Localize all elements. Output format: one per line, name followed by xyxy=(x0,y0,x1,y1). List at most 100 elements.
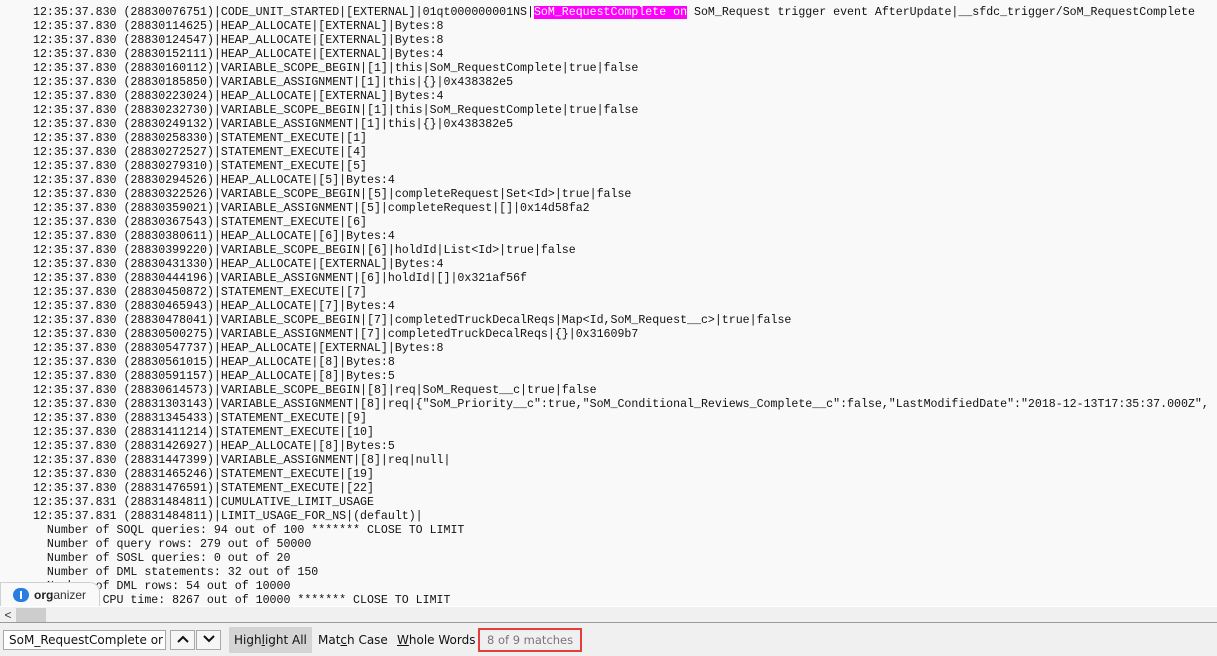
log-line: 12:35:37.830 (28830223024)|HEAP_ALLOCATE… xyxy=(33,90,1209,104)
log-event-id: (28830561015) xyxy=(123,356,214,369)
log-timestamp: 12:35:37.830 xyxy=(33,230,117,243)
log-line: 12:35:37.831 (28831484811)|LIMIT_USAGE_F… xyxy=(33,510,1209,524)
scrollbar-thumb[interactable] xyxy=(16,608,46,622)
log-event-id: (28830478041) xyxy=(123,314,214,327)
find-previous-button[interactable] xyxy=(170,630,195,650)
log-timestamp: 12:35:37.830 xyxy=(33,454,117,467)
highlight-all-toggle[interactable]: Highlight All xyxy=(229,627,312,653)
log-line: 12:35:37.830 (28830478041)|VARIABLE_SCOP… xyxy=(33,314,1209,328)
log-timestamp: 12:35:37.830 xyxy=(33,20,117,33)
limit-usage-line: Number of SOSL queries: 0 out of 20 xyxy=(33,552,291,565)
log-line: 12:35:37.830 (28830561015)|HEAP_ALLOCATE… xyxy=(33,356,1209,370)
limit-usage-line: Number of SOQL queries: 94 out of 100 **… xyxy=(33,524,465,537)
log-event-id: (28830614573) xyxy=(123,384,214,397)
log-viewer: 12:35:37.830 (28830076751)|CODE_UNIT_STA… xyxy=(0,0,1217,606)
find-input[interactable] xyxy=(3,630,166,650)
log-line: 12:35:37.830 (28831303143)|VARIABLE_ASSI… xyxy=(33,398,1209,412)
log-event-text: |STATEMENT_EXECUTE|[1] xyxy=(213,132,367,145)
log-timestamp: 12:35:37.830 xyxy=(33,90,117,103)
log-event-text: |VARIABLE_ASSIGNMENT|[8]|req|null| xyxy=(213,454,451,467)
log-event-text: |VARIABLE_ASSIGNMENT|[1]|this|{}|0x43838… xyxy=(213,76,514,89)
log-line: 12:35:37.830 (28830614573)|VARIABLE_SCOP… xyxy=(33,384,1209,398)
match-case-toggle[interactable]: Match Case xyxy=(313,627,393,653)
limit-usage-line: Number of DML statements: 32 out of 150 xyxy=(33,566,319,579)
log-line: 12:35:37.830 (28830444196)|VARIABLE_ASSI… xyxy=(33,272,1209,286)
log-line: 12:35:37.830 (28830547737)|HEAP_ALLOCATE… xyxy=(33,342,1209,356)
log-timestamp: 12:35:37.830 xyxy=(33,216,117,229)
log-event-id: (28831465246) xyxy=(123,468,214,481)
log-event-text: |CODE_UNIT_STARTED|[EXTERNAL]|01qt000000… xyxy=(213,6,534,19)
log-event-id: (28831345433) xyxy=(123,412,214,425)
log-timestamp: 12:35:37.830 xyxy=(33,342,117,355)
log-event-id: (28830367543) xyxy=(123,216,214,229)
log-event-id: (28831426927) xyxy=(123,440,214,453)
log-timestamp: 12:35:37.830 xyxy=(33,440,117,453)
log-timestamp: 12:35:37.830 xyxy=(33,244,117,257)
whole-words-toggle[interactable]: Whole Words xyxy=(392,627,480,653)
log-timestamp: 12:35:37.830 xyxy=(33,132,117,145)
log-event-id: (28831476591) xyxy=(123,482,214,495)
log-event-id: (28830380611) xyxy=(123,230,214,243)
log-timestamp: 12:35:37.830 xyxy=(33,104,117,117)
log-event-text: |HEAP_ALLOCATE|[8]|Bytes:5 xyxy=(213,440,395,453)
log-line: 12:35:37.830 (28831345433)|STATEMENT_EXE… xyxy=(33,412,1209,426)
log-timestamp: 12:35:37.830 xyxy=(33,384,117,397)
log-line: 12:35:37.830 (28830160112)|VARIABLE_SCOP… xyxy=(33,62,1209,76)
log-event-id: (28830465943) xyxy=(123,300,214,313)
log-event-id: (28830359021) xyxy=(123,202,214,215)
limit-usage-line: Number of DML rows: 54 out of 10000 xyxy=(33,580,291,593)
log-event-id: (28830322526) xyxy=(123,188,214,201)
horizontal-scrollbar[interactable]: < xyxy=(0,606,1217,623)
log-line: 12:35:37.831 (28831484811)|CUMULATIVE_LI… xyxy=(33,496,1209,510)
log-event-id: (28830591157) xyxy=(123,370,214,383)
log-timestamp: 12:35:37.830 xyxy=(33,286,117,299)
log-timestamp: 12:35:37.830 xyxy=(33,202,117,215)
log-line: 12:35:37.830 (28830465943)|HEAP_ALLOCATE… xyxy=(33,300,1209,314)
log-timestamp: 12:35:37.830 xyxy=(33,468,117,481)
log-event-id: (28830124547) xyxy=(123,34,214,47)
log-event-id: (28830294526) xyxy=(123,174,214,187)
log-timestamp: 12:35:37.830 xyxy=(33,482,117,495)
log-line: 12:35:37.830 (28831476591)|STATEMENT_EXE… xyxy=(33,482,1209,496)
log-line: 12:35:37.830 (28830279310)|STATEMENT_EXE… xyxy=(33,160,1209,174)
log-timestamp: 12:35:37.830 xyxy=(33,328,117,341)
limit-usage-line: Maximum CPU time: 8267 out of 10000 ****… xyxy=(33,594,451,606)
log-timestamp: 12:35:37.830 xyxy=(33,426,117,439)
log-line: 12:35:37.830 (28830185850)|VARIABLE_ASSI… xyxy=(33,76,1209,90)
log-event-id: (28830272527) xyxy=(123,146,214,159)
scroll-left-arrow-icon[interactable]: < xyxy=(2,607,14,623)
log-line: 12:35:37.830 (28830294526)|HEAP_ALLOCATE… xyxy=(33,174,1209,188)
log-event-text: |HEAP_ALLOCATE|[8]|Bytes:5 xyxy=(213,370,395,383)
log-event-text: |VARIABLE_ASSIGNMENT|[1]|this|{}|0x43838… xyxy=(213,118,514,131)
log-event-id: (28830279310) xyxy=(123,160,214,173)
log-timestamp: 12:35:37.830 xyxy=(33,146,117,159)
find-next-button[interactable] xyxy=(196,630,221,650)
log-event-text: |VARIABLE_SCOPE_BEGIN|[6]|holdId|List<Id… xyxy=(213,244,576,257)
log-line: 12:35:37.830 (28831411214)|STATEMENT_EXE… xyxy=(33,426,1209,440)
log-timestamp: 12:35:37.830 xyxy=(33,174,117,187)
log-event-id: (28831303143) xyxy=(123,398,214,411)
log-timestamp: 12:35:37.830 xyxy=(33,160,117,173)
log-event-text: |STATEMENT_EXECUTE|[10] xyxy=(213,426,374,439)
log-event-id: (28830114625) xyxy=(123,20,214,33)
organizer-logo-icon xyxy=(13,588,29,602)
log-event-text: |HEAP_ALLOCATE|[EXTERNAL]|Bytes:8 xyxy=(213,34,444,47)
log-line: 12:35:37.830 (28830152111)|HEAP_ALLOCATE… xyxy=(33,48,1209,62)
log-event-text: |HEAP_ALLOCATE|[6]|Bytes:4 xyxy=(213,230,395,243)
log-event-text: |VARIABLE_SCOPE_BEGIN|[7]|completedTruck… xyxy=(213,314,792,327)
log-timestamp: 12:35:37.830 xyxy=(33,272,117,285)
log-event-text: |VARIABLE_ASSIGNMENT|[7]|completedTruckD… xyxy=(213,328,639,341)
log-event-id: (28831411214) xyxy=(123,426,214,439)
log-timestamp: 12:35:37.830 xyxy=(33,258,117,271)
log-event-id: (28830232730) xyxy=(123,104,214,117)
limit-usage-line: Number of query rows: 279 out of 50000 xyxy=(33,538,312,551)
log-line: 12:35:37.830 (28831426927)|HEAP_ALLOCATE… xyxy=(33,440,1209,454)
log-event-id: (28830431330) xyxy=(123,258,214,271)
log-event-text: |STATEMENT_EXECUTE|[7] xyxy=(213,286,367,299)
organizer-tab[interactable]: organizer xyxy=(0,582,100,607)
log-event-id: (28830152111) xyxy=(123,48,214,61)
log-line: 12:35:37.830 (28830359021)|VARIABLE_ASSI… xyxy=(33,202,1209,216)
log-line: 12:35:37.830 (28830272527)|STATEMENT_EXE… xyxy=(33,146,1209,160)
log-line: 12:35:37.830 (28830258330)|STATEMENT_EXE… xyxy=(33,132,1209,146)
log-lines: 12:35:37.830 (28830076751)|CODE_UNIT_STA… xyxy=(33,6,1209,606)
